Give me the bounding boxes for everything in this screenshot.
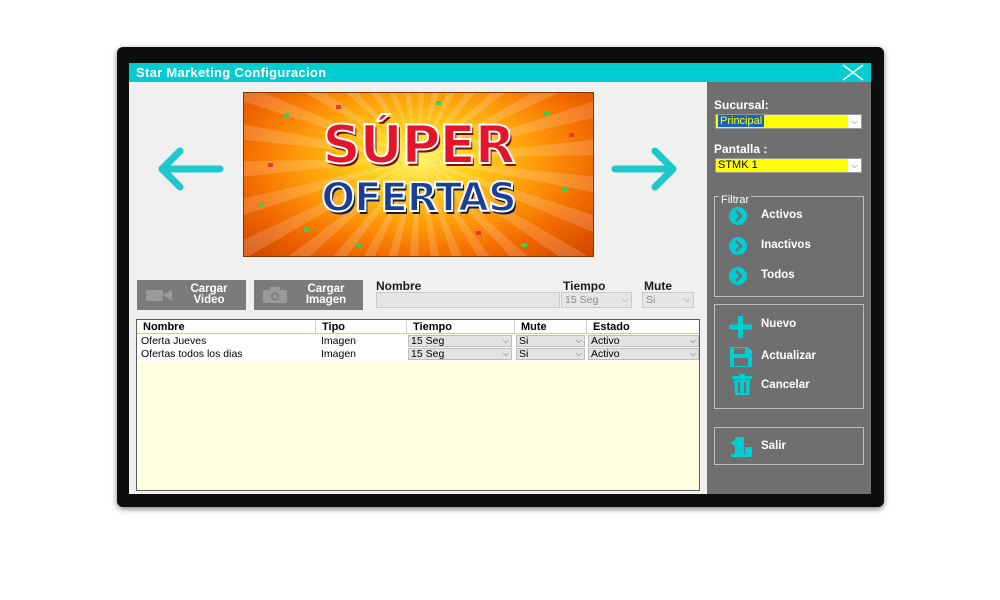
cell-tiempo-value: 15 Seg [411,348,445,360]
media-grid: Nombre Tipo Tiempo Mute Estado Oferta Ju… [136,319,700,491]
mute-select[interactable]: Si ⌵ [642,292,694,308]
filter-activos-button[interactable]: Activos [729,207,849,225]
table-row[interactable]: Oferta Jueves Imagen 15 Seg ⌵ Si ⌵ Activ… [137,335,699,348]
salir-button[interactable]: Salir [729,437,849,457]
cancelar-button[interactable]: Cancelar [729,374,849,395]
actualizar-label: Actualizar [761,350,816,362]
confetti [356,243,361,247]
cell-mute-value: Si [519,335,529,347]
save-icon [729,346,753,371]
arrow-right-icon [611,147,677,191]
load-image-label: Cargar Imagen [292,283,360,306]
tiempo-select-value: 15 Seg [565,294,599,306]
nuevo-button[interactable]: Nuevo [729,316,849,338]
chevron-down-icon: ⌵ [848,115,861,128]
sucursal-label: Sucursal: [714,98,769,112]
filter-todos-button[interactable]: Todos [729,267,849,285]
title-bar: Star Marketing Configuracion [129,63,871,82]
app-window: Star Marketing Configuracion SÚPER OFERT… [129,63,871,494]
cell-tiempo-select[interactable]: 15 Seg ⌵ [408,335,512,347]
chevron-down-icon: ⌵ [622,294,629,304]
chevron-down-icon: ⌵ [689,336,696,345]
cell-mute-value: Si [519,348,529,360]
exit-door-icon [729,436,753,461]
banner-line2: OFERTAS [320,174,518,222]
table-row[interactable]: Ofertas todos los dias Imagen 15 Seg ⌵ S… [137,348,699,361]
column-header-mute[interactable]: Mute [515,320,587,334]
plus-icon [729,316,753,341]
nombre-label: Nombre [376,279,422,293]
mute-select-value: Si [646,294,656,306]
confetti [476,231,481,235]
cell-tipo: Imagen [321,335,357,347]
sucursal-value: Principal [718,115,765,127]
cell-mute-select[interactable]: Si ⌵ [516,348,585,360]
mute-label: Mute [644,279,672,293]
confetti [336,105,341,109]
grid-header: Nombre Tipo Tiempo Mute Estado [137,320,699,334]
load-image-button[interactable]: Cargar Imagen [254,280,363,310]
cell-nombre: Oferta Jueves [141,335,207,347]
cell-tiempo-value: 15 Seg [411,335,445,347]
previous-button[interactable] [154,144,224,194]
load-video-label-line2: Video [193,294,225,306]
nuevo-label: Nuevo [761,318,797,330]
window-title: Star Marketing Configuracion [136,65,327,80]
pantalla-value: STMK 1 [718,159,758,171]
load-image-label-line2: Imagen [305,294,347,306]
load-video-label: Cargar Video [175,283,243,306]
chevron-down-icon: ⌵ [502,349,509,358]
photo-camera-icon [262,286,290,307]
arrow-left-icon [158,147,224,191]
cell-mute-select[interactable]: Si ⌵ [516,335,585,347]
filter-activos-label: Activos [761,209,803,221]
banner-line1: SÚPER [321,114,516,177]
side-panel: Sucursal: Principal ⌵ Pantalla : STMK 1 … [707,82,871,494]
column-header-estado[interactable]: Estado [587,320,699,334]
cell-nombre: Ofertas todos los dias [141,348,243,360]
cell-tipo: Imagen [321,348,357,360]
column-header-tipo[interactable]: Tipo [316,320,407,334]
confetti [436,101,441,105]
chevron-down-icon: ⌵ [575,336,582,345]
media-preview: SÚPER OFERTAS [243,92,594,257]
sucursal-select[interactable]: Principal ⌵ [715,114,862,129]
cell-estado-value: Activo [591,335,620,347]
pantalla-label: Pantalla : [714,142,768,156]
chevron-down-icon: ⌵ [575,349,582,358]
chevron-circle-icon [729,267,747,285]
cell-tiempo-select[interactable]: 15 Seg ⌵ [408,348,512,360]
pantalla-select[interactable]: STMK 1 ⌵ [715,158,862,173]
column-header-nombre[interactable]: Nombre [137,320,316,334]
chevron-down-icon: ⌵ [848,159,861,172]
main-panel: SÚPER OFERTAS Cargar Video Cargar Imagen… [129,82,707,494]
chevron-down-icon: ⌵ [689,349,696,358]
confetti [522,243,527,247]
chevron-down-icon: ⌵ [684,294,691,304]
column-header-tiempo[interactable]: Tiempo [407,320,515,334]
load-video-button[interactable]: Cargar Video [137,280,246,310]
cancelar-label: Cancelar [761,379,810,391]
filter-group-label: Filtrar [719,194,752,206]
cell-estado-select[interactable]: Activo ⌵ [588,335,699,347]
tiempo-label: Tiempo [563,279,606,293]
nombre-input[interactable] [376,292,560,308]
chevron-down-icon: ⌵ [502,336,509,345]
salir-label: Salir [761,440,786,452]
trash-icon [731,374,753,399]
tiempo-select[interactable]: 15 Seg ⌵ [561,292,632,308]
filter-inactivos-button[interactable]: Inactivos [729,237,849,255]
chevron-circle-icon [729,237,747,255]
filter-todos-label: Todos [761,269,795,281]
cell-estado-select[interactable]: Activo ⌵ [588,348,699,360]
actualizar-button[interactable]: Actualizar [729,347,849,367]
close-button[interactable] [841,64,865,81]
chevron-circle-icon [729,207,747,225]
video-camera-icon [145,286,173,307]
cell-estado-value: Activo [591,348,620,360]
confetti [304,228,309,232]
close-icon [842,64,864,81]
filter-inactivos-label: Inactivos [761,239,811,251]
next-button[interactable] [611,144,681,194]
